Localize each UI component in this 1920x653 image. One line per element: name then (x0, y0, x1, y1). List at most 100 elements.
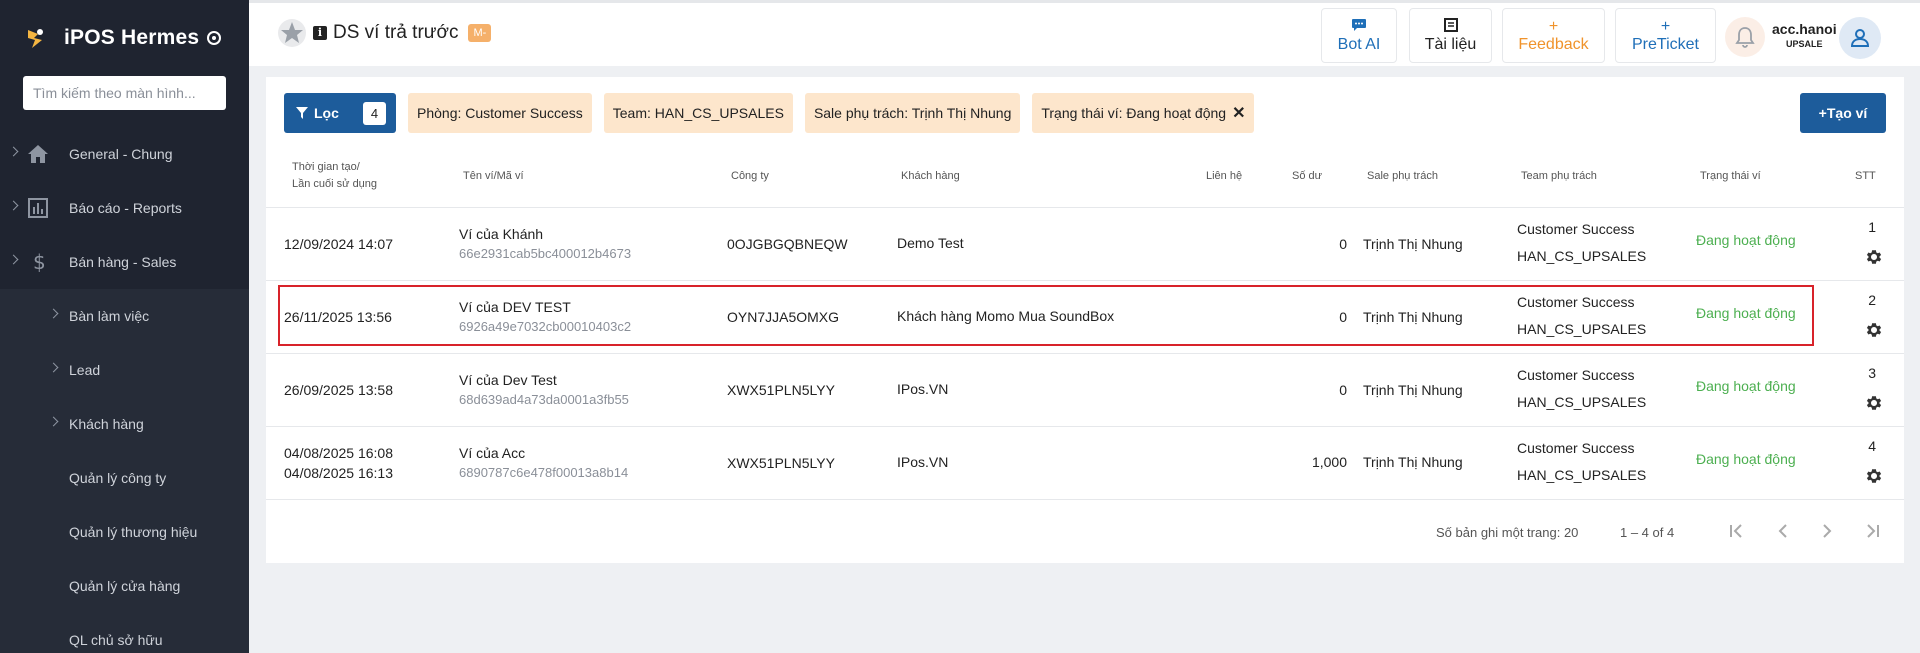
first-page-icon[interactable] (1723, 517, 1751, 545)
close-icon[interactable]: ✕ (1232, 103, 1245, 123)
cell-customer: Demo Test (897, 235, 964, 251)
column-header-wallet[interactable]: Tên ví/Mã ví (463, 168, 524, 185)
cell-team: Customer Success HAN_CS_UPSALES (1517, 216, 1646, 270)
cell-company: XWX51PLN5LYY (727, 382, 835, 398)
cell-wallet: Ví của Acc 6890787c6e478f00013a8b14 (459, 443, 628, 483)
cell-stt: 2 (1868, 292, 1876, 308)
notification-bell[interactable] (1725, 17, 1765, 57)
wallet-name: Ví của Acc (459, 445, 526, 461)
bar-chart-icon (28, 198, 48, 218)
column-header-sale[interactable]: Sale phụ trách (1367, 168, 1438, 185)
chevron-right-icon (8, 146, 19, 157)
sidebar-item-reports[interactable]: Báo cáo - Reports (0, 181, 249, 235)
bot-ai-button[interactable]: Bot AI (1321, 8, 1397, 63)
menu-badge[interactable]: M- (468, 24, 492, 42)
dollar-icon: $ (33, 252, 46, 272)
column-header-team[interactable]: Team phụ trách (1521, 168, 1597, 185)
sidebar-item-brands[interactable]: Quản lý thương hiệu (0, 505, 249, 559)
sidebar-item-companies[interactable]: Quản lý công ty (0, 451, 249, 505)
cell-company: XWX51PLN5LYY (727, 455, 835, 471)
star-icon[interactable] (277, 18, 307, 48)
cell-team: Customer Success HAN_CS_UPSALES (1517, 289, 1646, 343)
target-icon[interactable] (207, 31, 222, 45)
column-header-contact[interactable]: Liên hệ (1206, 168, 1242, 185)
filter-chip-sale[interactable]: Sale phụ trách: Trịnh Thị Nhung (804, 93, 1021, 133)
cell-balance: 0 (1339, 309, 1347, 325)
create-wallet-button[interactable]: + Tạo ví (1800, 93, 1886, 133)
column-header-customer[interactable]: Khách hàng (901, 168, 960, 185)
filter-chip-department[interactable]: Phòng: Customer Success (408, 93, 592, 133)
status-badge: Đang hoạt động (1696, 378, 1796, 394)
last-page-icon[interactable] (1858, 517, 1886, 545)
column-header-status[interactable]: Trạng thái ví (1700, 168, 1761, 185)
feedback-button[interactable]: + Feedback (1502, 8, 1605, 63)
cell-created: 12/09/2024 14:07 (284, 236, 393, 252)
bell-icon (1735, 27, 1755, 48)
account-role: UPSALE (1786, 39, 1823, 49)
cell-created: 26/11/2025 13:56 (284, 309, 392, 325)
filter-chip-status[interactable]: Trạng thái ví: Đang hoạt động ✕ (1032, 93, 1255, 133)
column-header-company[interactable]: Công ty (731, 168, 769, 185)
cell-stt: 4 (1868, 438, 1876, 454)
info-icon[interactable]: i (313, 26, 327, 40)
table-row[interactable]: 26/09/2025 13:58 Ví của Dev Test 68d639a… (266, 354, 1904, 427)
team-department: Customer Success (1517, 294, 1635, 310)
svg-text:$: $ (33, 252, 46, 272)
search-input[interactable] (33, 85, 226, 101)
sidebar-item-general[interactable]: General - Chung (0, 127, 249, 181)
filter-button[interactable]: Lọc 4 (284, 93, 396, 133)
sidebar-item-label: Quản lý thương hiệu (69, 524, 198, 540)
wallet-list-panel: Lọc 4 Phòng: Customer Success Team: HAN_… (266, 77, 1904, 563)
filter-bar: Lọc 4 Phòng: Customer Success Team: HAN_… (284, 93, 1255, 133)
sidebar-item-lead[interactable]: Lead (0, 343, 249, 397)
gear-icon[interactable] (1865, 394, 1883, 412)
created-time: 04/08/2025 16:08 (284, 445, 393, 461)
column-header-created[interactable]: Thời gian tạo/ Lần cuối sử dụng (292, 159, 377, 193)
column-header-stt[interactable]: STT (1855, 168, 1876, 185)
filter-count-badge: 4 (363, 102, 386, 125)
sidebar-item-label: QL chủ sở hữu (69, 632, 163, 648)
page-size[interactable]: Số bản ghi một trang: 20 (1436, 525, 1578, 540)
wallet-name: Ví của Khánh (459, 226, 544, 242)
sidebar-item-sales[interactable]: $ Bán hàng - Sales (0, 235, 249, 289)
filter-chip-team[interactable]: Team: HAN_CS_UPSALES (603, 93, 793, 133)
sidebar-item-customers[interactable]: Khách hàng (0, 397, 249, 451)
table-row[interactable]: 12/09/2024 14:07 Ví của Khánh 66e2931cab… (266, 208, 1904, 281)
sidebar-item-workspace[interactable]: Bàn làm việc (0, 289, 249, 343)
cell-team: Customer Success HAN_CS_UPSALES (1517, 362, 1646, 416)
chip-label: Trạng thái ví: Đang hoạt động (1041, 105, 1227, 121)
cell-wallet: Ví của Dev Test 68d639ad4a73da0001a3fb55 (459, 370, 629, 410)
preticket-button[interactable]: + PreTicket (1615, 8, 1716, 63)
gear-icon[interactable] (1865, 467, 1883, 485)
table-row[interactable]: 26/11/2025 13:56 Ví của DEV TEST 6926a49… (266, 281, 1904, 354)
account-info[interactable]: acc.hanoi UPSALE (1772, 21, 1837, 49)
sidebar-search (23, 76, 226, 110)
gear-icon[interactable] (1865, 321, 1883, 339)
sidebar-item-stores[interactable]: Quản lý cửa hàng (0, 559, 249, 613)
table-row[interactable]: 04/08/2025 16:08 04/08/2025 16:13 Ví của… (266, 427, 1904, 500)
prev-page-icon[interactable] (1769, 517, 1797, 545)
cell-balance: 0 (1339, 236, 1347, 252)
sidebar-item-owners[interactable]: QL chủ sở hữu (0, 613, 249, 653)
avatar[interactable] (1839, 17, 1881, 59)
plus-icon: + (1548, 17, 1559, 35)
feedback-label: Feedback (1518, 35, 1589, 53)
column-header-balance[interactable]: Số dư (1292, 168, 1322, 185)
plus-icon: + (1660, 17, 1671, 35)
brand[interactable]: iPOS Hermes (0, 0, 249, 76)
create-wallet-label: Tạo ví (1826, 105, 1868, 121)
cell-balance: 0 (1339, 382, 1347, 398)
sidebar-item-label: Báo cáo - Reports (69, 200, 182, 216)
status-badge: Đang hoạt động (1696, 451, 1796, 467)
docs-button[interactable]: Tài liệu (1409, 8, 1492, 63)
header-line: Thời gian tạo/ (292, 161, 360, 173)
cell-company: OYN7JJA5OMXG (727, 309, 840, 325)
page-size-value: 20 (1563, 525, 1579, 540)
gear-icon[interactable] (1865, 248, 1883, 266)
page-range: 1 – 4 of 4 (1620, 525, 1675, 540)
sidebar-item-label: Quản lý cửa hàng (69, 578, 181, 594)
next-page-icon[interactable] (1813, 517, 1841, 545)
team-department: Customer Success (1517, 440, 1635, 456)
cell-stt: 3 (1868, 365, 1876, 381)
bot-ai-label: Bot AI (1337, 35, 1381, 53)
